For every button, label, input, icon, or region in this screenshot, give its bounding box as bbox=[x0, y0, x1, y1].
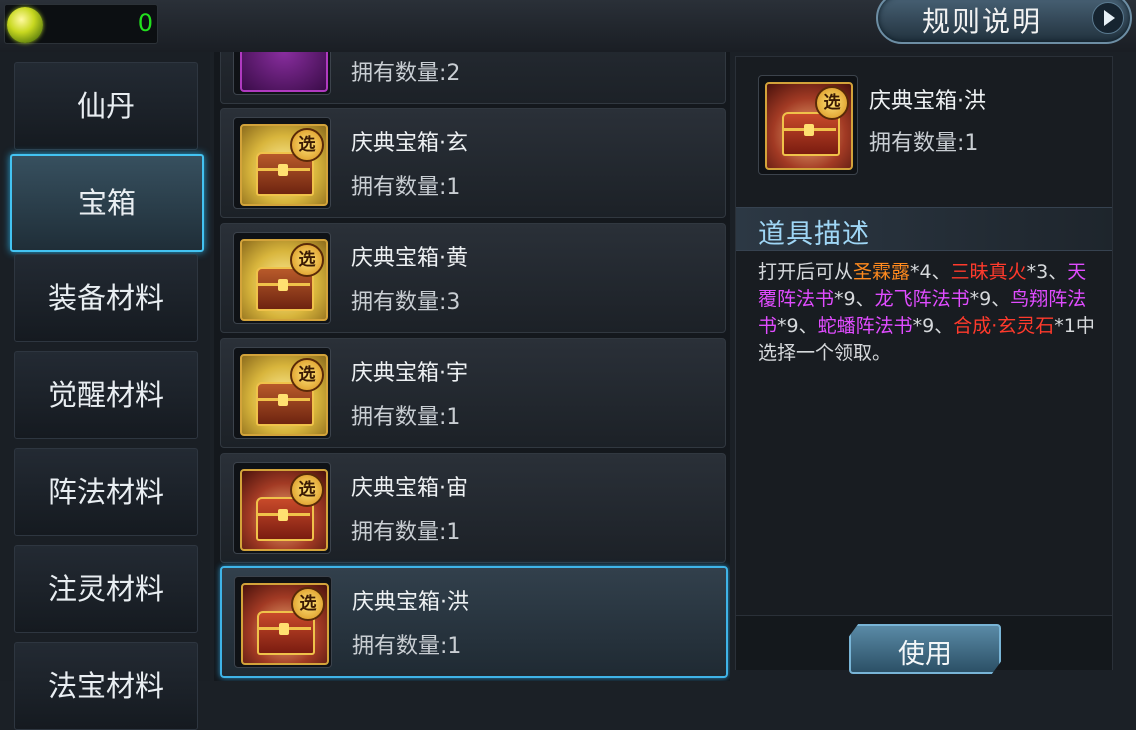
reward-item: 蛇蟠阵法书 bbox=[817, 315, 913, 337]
item-name: 庆典宝箱·宙 bbox=[351, 476, 468, 501]
item-detail-panel: 选 庆典宝箱·洪 拥有数量:1 道具描述 打开后可从圣霖露*4、三昧真火*3、天… bbox=[735, 56, 1113, 674]
list-item[interactable]: 选 庆典宝箱·宙 拥有数量:1 bbox=[220, 453, 726, 563]
item-list[interactable]: 拥有数量:2 选 庆典宝箱·玄 拥有数量:1 选 庆典宝箱·黄 拥有数量:3 选 bbox=[214, 52, 730, 681]
list-item-selected[interactable]: 选 庆典宝箱·洪 拥有数量:1 bbox=[220, 566, 728, 678]
select-badge: 选 bbox=[290, 128, 324, 162]
rules-button[interactable]: 规则说明 bbox=[876, 0, 1132, 44]
list-item[interactable]: 拥有数量:2 bbox=[220, 52, 726, 104]
category-label: 阵法材料 bbox=[47, 475, 164, 509]
chest-icon: 选 bbox=[240, 354, 328, 436]
item-icon-frame: 选 bbox=[233, 232, 331, 324]
category-sidebar: 仙丹 宝箱 装备材料 觉醒材料 阵法材料 注灵材料 法宝材料 bbox=[0, 52, 210, 730]
category-formation-material[interactable]: 阵法材料 bbox=[14, 448, 198, 536]
item-count: 拥有数量:1 bbox=[351, 520, 461, 545]
play-arrow-icon bbox=[1092, 2, 1124, 34]
top-bar: 0 规则说明 bbox=[0, 0, 1136, 52]
item-icon-frame bbox=[233, 52, 331, 95]
desc-text: *9、 bbox=[777, 315, 818, 337]
category-label: 觉醒材料 bbox=[47, 378, 164, 412]
category-label: 宝箱 bbox=[77, 186, 136, 220]
detail-item-count: 拥有数量:1 bbox=[869, 131, 979, 156]
list-item[interactable]: 选 庆典宝箱·宇 拥有数量:1 bbox=[220, 338, 726, 448]
purple-item-icon bbox=[240, 52, 328, 92]
currency-display: 0 bbox=[4, 4, 158, 44]
select-badge: 选 bbox=[815, 86, 849, 120]
chest-icon: 选 bbox=[241, 583, 329, 665]
detail-item-name: 庆典宝箱·洪 bbox=[869, 89, 986, 114]
desc-text: *3、 bbox=[1026, 261, 1068, 283]
use-area: 使用 bbox=[736, 615, 1112, 674]
jade-gem-icon bbox=[7, 7, 43, 43]
item-icon-frame: 选 bbox=[233, 462, 331, 554]
use-label: 使用 bbox=[898, 639, 952, 670]
reward-item: 合成·玄灵石 bbox=[953, 315, 1055, 337]
desc-text: *4、 bbox=[910, 261, 951, 283]
reward-item: 圣霖露 bbox=[853, 261, 911, 283]
category-label: 装备材料 bbox=[47, 281, 164, 315]
category-awaken-material[interactable]: 觉醒材料 bbox=[14, 351, 198, 439]
select-badge: 选 bbox=[290, 473, 324, 507]
item-name: 庆典宝箱·宇 bbox=[351, 361, 468, 386]
select-badge: 选 bbox=[290, 243, 324, 277]
desc-text: 打开后可从 bbox=[758, 261, 854, 283]
select-badge: 选 bbox=[290, 358, 324, 392]
desc-text: *9、 bbox=[969, 288, 1011, 310]
chest-icon: 选 bbox=[765, 82, 853, 170]
chest-icon: 选 bbox=[240, 124, 328, 206]
chest-icon: 选 bbox=[240, 239, 328, 321]
item-icon-frame: 选 bbox=[234, 576, 332, 668]
category-label: 法宝材料 bbox=[47, 669, 164, 703]
item-count: 拥有数量:2 bbox=[351, 61, 461, 86]
category-chest[interactable]: 宝箱 bbox=[10, 154, 204, 252]
category-treasure-material[interactable]: 法宝材料 bbox=[14, 642, 198, 730]
reward-item: 龙飞阵法书 bbox=[874, 288, 970, 310]
item-count: 拥有数量:3 bbox=[351, 290, 461, 315]
reward-item: 三昧真火 bbox=[950, 261, 1027, 283]
item-name: 庆典宝箱·玄 bbox=[351, 131, 468, 156]
category-elixir[interactable]: 仙丹 bbox=[14, 62, 198, 150]
desc-text: *9、 bbox=[912, 315, 954, 337]
category-label: 注灵材料 bbox=[47, 572, 164, 606]
item-icon-frame: 选 bbox=[233, 117, 331, 209]
description-title: 道具描述 bbox=[758, 219, 870, 250]
category-label: 仙丹 bbox=[76, 89, 135, 123]
detail-icon-frame: 选 bbox=[758, 75, 858, 175]
category-spirit-material[interactable]: 注灵材料 bbox=[14, 545, 198, 633]
currency-value: 0 bbox=[137, 9, 153, 37]
item-count: 拥有数量:1 bbox=[352, 634, 462, 659]
select-badge: 选 bbox=[291, 587, 325, 621]
item-count: 拥有数量:1 bbox=[351, 175, 461, 200]
rules-label: 规则说明 bbox=[922, 5, 1043, 38]
use-button[interactable]: 使用 bbox=[849, 624, 1001, 674]
desc-text: *9、 bbox=[834, 288, 875, 310]
description-text: 打开后可从圣霖露*4、三昧真火*3、天覆阵法书*9、龙飞阵法书*9、鸟翔阵法书*… bbox=[758, 259, 1098, 367]
list-item[interactable]: 选 庆典宝箱·玄 拥有数量:1 bbox=[220, 108, 726, 218]
item-count: 拥有数量:1 bbox=[351, 405, 461, 430]
chest-icon: 选 bbox=[240, 469, 328, 551]
item-name: 庆典宝箱·黄 bbox=[351, 246, 468, 271]
item-name: 庆典宝箱·洪 bbox=[352, 590, 469, 615]
list-item[interactable]: 选 庆典宝箱·黄 拥有数量:3 bbox=[220, 223, 726, 333]
category-equip-material[interactable]: 装备材料 bbox=[14, 254, 198, 342]
description-header: 道具描述 bbox=[736, 207, 1112, 251]
item-icon-frame: 选 bbox=[233, 347, 331, 439]
